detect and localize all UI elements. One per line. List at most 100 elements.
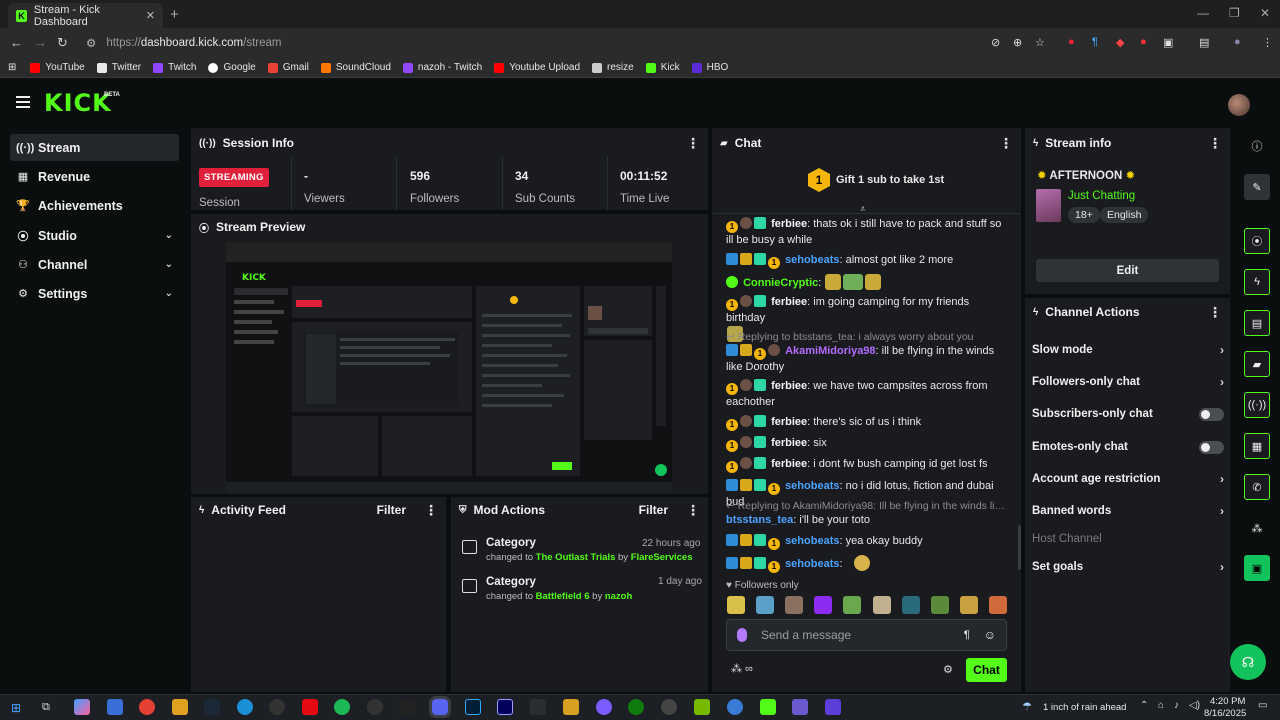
account-age-action[interactable]: Account age restriction › — [1032, 469, 1224, 489]
site-info-icon[interactable]: ⚙ — [86, 36, 96, 50]
chrome-icon[interactable] — [139, 699, 155, 715]
extension-record-icon[interactable]: ● — [1140, 36, 1147, 48]
emote-icon[interactable] — [872, 596, 891, 614]
chat-message[interactable]: 1 ferbiee: we have two campsites across … — [726, 379, 1010, 410]
category-thumbnail[interactable] — [1036, 189, 1061, 222]
chat-username[interactable]: sehobeats — [785, 254, 839, 266]
bookmark-item[interactable]: Google — [208, 62, 256, 73]
browser-tab[interactable]: K Stream - Kick Dashboard ✕ — [8, 3, 163, 28]
layout-rail-icon[interactable]: ▦ — [1244, 433, 1270, 459]
microphone-icon[interactable] — [737, 628, 747, 642]
xbox-icon[interactable] — [628, 699, 644, 715]
clock-date[interactable]: 8/16/2025 — [1204, 708, 1246, 719]
user-avatar[interactable] — [1228, 94, 1250, 116]
bookmark-item[interactable]: Kick — [645, 62, 680, 73]
studio-rail-icon[interactable]: ⦿ — [1244, 228, 1270, 254]
bookmark-item[interactable]: Gmail — [267, 62, 309, 73]
forward-icon[interactable]: → — [34, 35, 47, 50]
tag-badge[interactable]: English — [1100, 207, 1149, 223]
weather-text[interactable]: 1 inch of rain ahead — [1043, 702, 1126, 713]
chat-message[interactable]: btsstans_tea: i'll be your toto — [726, 513, 1010, 528]
close-window-icon[interactable]: ✕ — [1260, 6, 1270, 20]
set-goals-action[interactable]: Set goals › — [1032, 557, 1224, 577]
chat-username[interactable]: sehobeats — [785, 558, 839, 570]
tray-chevron-icon[interactable]: ⌃ — [1140, 700, 1148, 711]
send-chat-button[interactable]: Chat — [966, 658, 1007, 682]
extension-red-icon[interactable]: ● — [1068, 36, 1075, 48]
windows-start-icon[interactable]: ⊞ — [11, 701, 21, 715]
channel-actions-menu-icon[interactable]: ⋮ — [1208, 304, 1222, 321]
emotes-only-action[interactable]: Emotes-only chat — [1032, 437, 1224, 457]
bookmark-star-icon[interactable]: ☆ — [1035, 36, 1045, 49]
kick-logo[interactable]: KICK — [44, 89, 112, 117]
extensions-puzzle-icon[interactable]: ▣ — [1163, 36, 1173, 49]
chat-username[interactable]: sehobeats — [785, 480, 839, 492]
chat-username[interactable]: ferbiee — [771, 296, 807, 308]
chat-username[interactable]: btsstans_tea — [726, 514, 793, 526]
mod-user-link[interactable]: nazoh — [605, 591, 632, 602]
emote-icon[interactable] — [930, 596, 949, 614]
chat-message[interactable]: 1 ferbiee: i dont fw bush camping id get… — [726, 457, 1010, 473]
subscribers-only-toggle[interactable] — [1199, 407, 1224, 421]
subscribers-only-action[interactable]: Subscribers-only chat — [1032, 404, 1224, 424]
url-field[interactable]: ⚙ https://dashboard.kick.com/stream — [86, 33, 1056, 53]
banned-words-action[interactable]: Banned words › — [1032, 501, 1224, 521]
info-icon[interactable]: ⓘ — [1244, 133, 1270, 159]
mic-tray-icon[interactable]: ♪ — [1174, 700, 1179, 711]
network-icon[interactable]: ⌂ — [1158, 700, 1164, 711]
app-ring-icon[interactable] — [661, 699, 677, 715]
chat-points-icon[interactable]: ⁂ ∞ — [731, 662, 753, 675]
bookmark-item[interactable]: Youtube Upload — [494, 62, 580, 73]
app-icon[interactable] — [367, 699, 383, 715]
bookmark-item[interactable]: resize — [592, 62, 634, 73]
gift-sub-prompt[interactable]: Gift 1 sub to take 1st — [836, 174, 944, 186]
clapper-rail-icon[interactable]: ▣ — [1244, 555, 1270, 581]
chat-input[interactable]: Send a message ¶ ☺ — [726, 619, 1007, 651]
reply-context[interactable]: ↩ Replying to btsstans_tea: i always wor… — [726, 331, 1008, 343]
emote-icon[interactable] — [756, 596, 775, 614]
clock-time[interactable]: 4:20 PM — [1210, 696, 1245, 707]
hamburger-menu-icon[interactable] — [16, 96, 30, 108]
sidebar-item-studio[interactable]: ⦿ Studio ⌄ — [10, 222, 179, 249]
emote-icon[interactable] — [814, 596, 833, 614]
bookmark-item[interactable]: nazoh - Twitch — [402, 62, 482, 73]
chat-username[interactable]: ferbiee — [771, 416, 807, 428]
chat-username[interactable]: AkamiMidoriya98 — [785, 345, 875, 357]
photoshop-icon[interactable] — [465, 699, 481, 715]
emote-icon[interactable] — [901, 596, 920, 614]
monitor-icon[interactable] — [530, 699, 546, 715]
app-globe-icon[interactable] — [727, 699, 743, 715]
steam-icon[interactable] — [204, 699, 220, 715]
chat-username[interactable]: ferbiee — [771, 380, 807, 392]
reply-context[interactable]: ↩ Replying to AkamiMidoriya98: Ill be fl… — [726, 500, 1008, 512]
translate-icon[interactable]: ¶ — [964, 629, 970, 641]
notifications-icon[interactable]: ▭ — [1258, 700, 1267, 711]
support-chat-button[interactable]: ☊ — [1230, 644, 1266, 680]
sidebar-item-stream[interactable]: ((·)) Stream — [10, 134, 179, 161]
emotes-only-toggle[interactable] — [1199, 440, 1224, 454]
emote-icon[interactable] — [959, 596, 978, 614]
chat-message[interactable]: 1 ferbiee: there's sic of us i think — [726, 415, 1010, 431]
chat-settings-gear-icon[interactable]: ⚙ — [943, 663, 953, 676]
activity-filter-button[interactable]: Filter — [377, 503, 406, 517]
epic-games-icon[interactable] — [399, 699, 415, 715]
nvidia-icon[interactable] — [694, 699, 710, 715]
sidebar-item-channel[interactable]: ⚇ Channel ⌄ — [10, 251, 179, 278]
sidebar-item-settings[interactable]: ⚙ Settings ⌄ — [10, 280, 179, 307]
mod-filter-button[interactable]: Filter — [639, 503, 668, 517]
extension-translate-icon[interactable]: ¶ — [1092, 36, 1098, 48]
chat-message[interactable]: 1 AkamiMidoriya98: ill be flying in the … — [726, 344, 1010, 375]
emote-icon[interactable] — [727, 596, 745, 614]
volume-icon[interactable]: ◁) — [1189, 700, 1200, 711]
chat-message[interactable]: 1 ferbiee: thats ok i still have to pack… — [726, 217, 1010, 248]
stream-preview-video[interactable]: KICK — [226, 242, 672, 493]
activity-menu-icon[interactable]: ⋮ — [424, 502, 438, 519]
points-rail-icon[interactable]: ⁂ — [1244, 515, 1270, 541]
store-icon[interactable] — [107, 699, 123, 715]
chat-message[interactable]: 1 sehobeats: yea okay buddy — [726, 534, 1010, 550]
edit-pencil-icon[interactable]: ✎ — [1244, 174, 1270, 200]
chat-rail-icon[interactable]: ▰ — [1244, 351, 1270, 377]
mod-category-link[interactable]: Battlefield 6 — [536, 591, 590, 602]
mod-user-link[interactable]: FlareServices — [631, 552, 693, 563]
chat-username[interactable]: ferbiee — [771, 218, 807, 230]
